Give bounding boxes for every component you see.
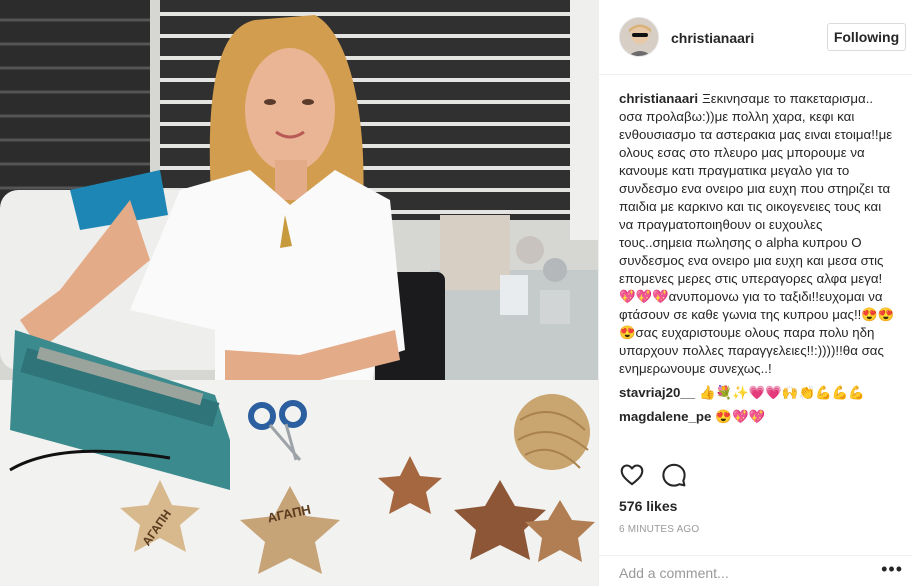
comment-author-link[interactable]: magdalene_pe: [619, 409, 711, 424]
caption: christianaari Ξεκινησαμε το πακεταρισμα..…: [619, 90, 897, 378]
caption-author-link[interactable]: christianaari: [619, 91, 698, 106]
action-bar: [619, 462, 687, 490]
add-comment-input[interactable]: [619, 562, 869, 584]
heart-icon: [620, 464, 644, 486]
add-comment-section: •••: [599, 555, 912, 586]
instagram-post: ΑΓΑΠΗ ΑΓΑΠΗ christianaari Following chri…: [0, 0, 912, 586]
post-timestamp[interactable]: 6 MINUTES AGO: [619, 524, 699, 535]
comment-text: 😍💖💖: [715, 409, 766, 424]
photo-illustration: ΑΓΑΠΗ ΑΓΑΠΗ: [0, 0, 598, 586]
like-button[interactable]: [619, 462, 645, 488]
likes-count[interactable]: 576 likes: [619, 498, 677, 514]
comment-text: 👍💐✨💗💗🙌👏💪💪💪: [699, 385, 865, 400]
username-link[interactable]: christianaari: [671, 30, 754, 46]
comment-item: stavriaj20__ 👍💐✨💗💗🙌👏💪💪💪: [619, 384, 897, 402]
caption-text: Ξεκινησαμε το πακεταρισμα.. οσα προλαβω:…: [619, 91, 895, 376]
comment-item: magdalene_pe 😍💖💖: [619, 408, 897, 426]
more-options-button[interactable]: •••: [881, 560, 903, 578]
profile-photo-icon: [620, 18, 658, 56]
avatar[interactable]: [619, 17, 659, 57]
comments-list[interactable]: christianaari Ξεκινησαμε το πακεταρισμα..…: [619, 90, 897, 454]
following-button[interactable]: Following: [827, 23, 906, 51]
post-sidebar: christianaari Following christianaari Ξεκ…: [598, 0, 912, 586]
comment-author-link[interactable]: stavriaj20__: [619, 385, 695, 400]
post-photo[interactable]: ΑΓΑΠΗ ΑΓΑΠΗ: [0, 0, 598, 586]
comment-button[interactable]: [661, 462, 687, 488]
post-header: christianaari Following: [599, 0, 912, 75]
speech-bubble-icon: [662, 463, 686, 487]
